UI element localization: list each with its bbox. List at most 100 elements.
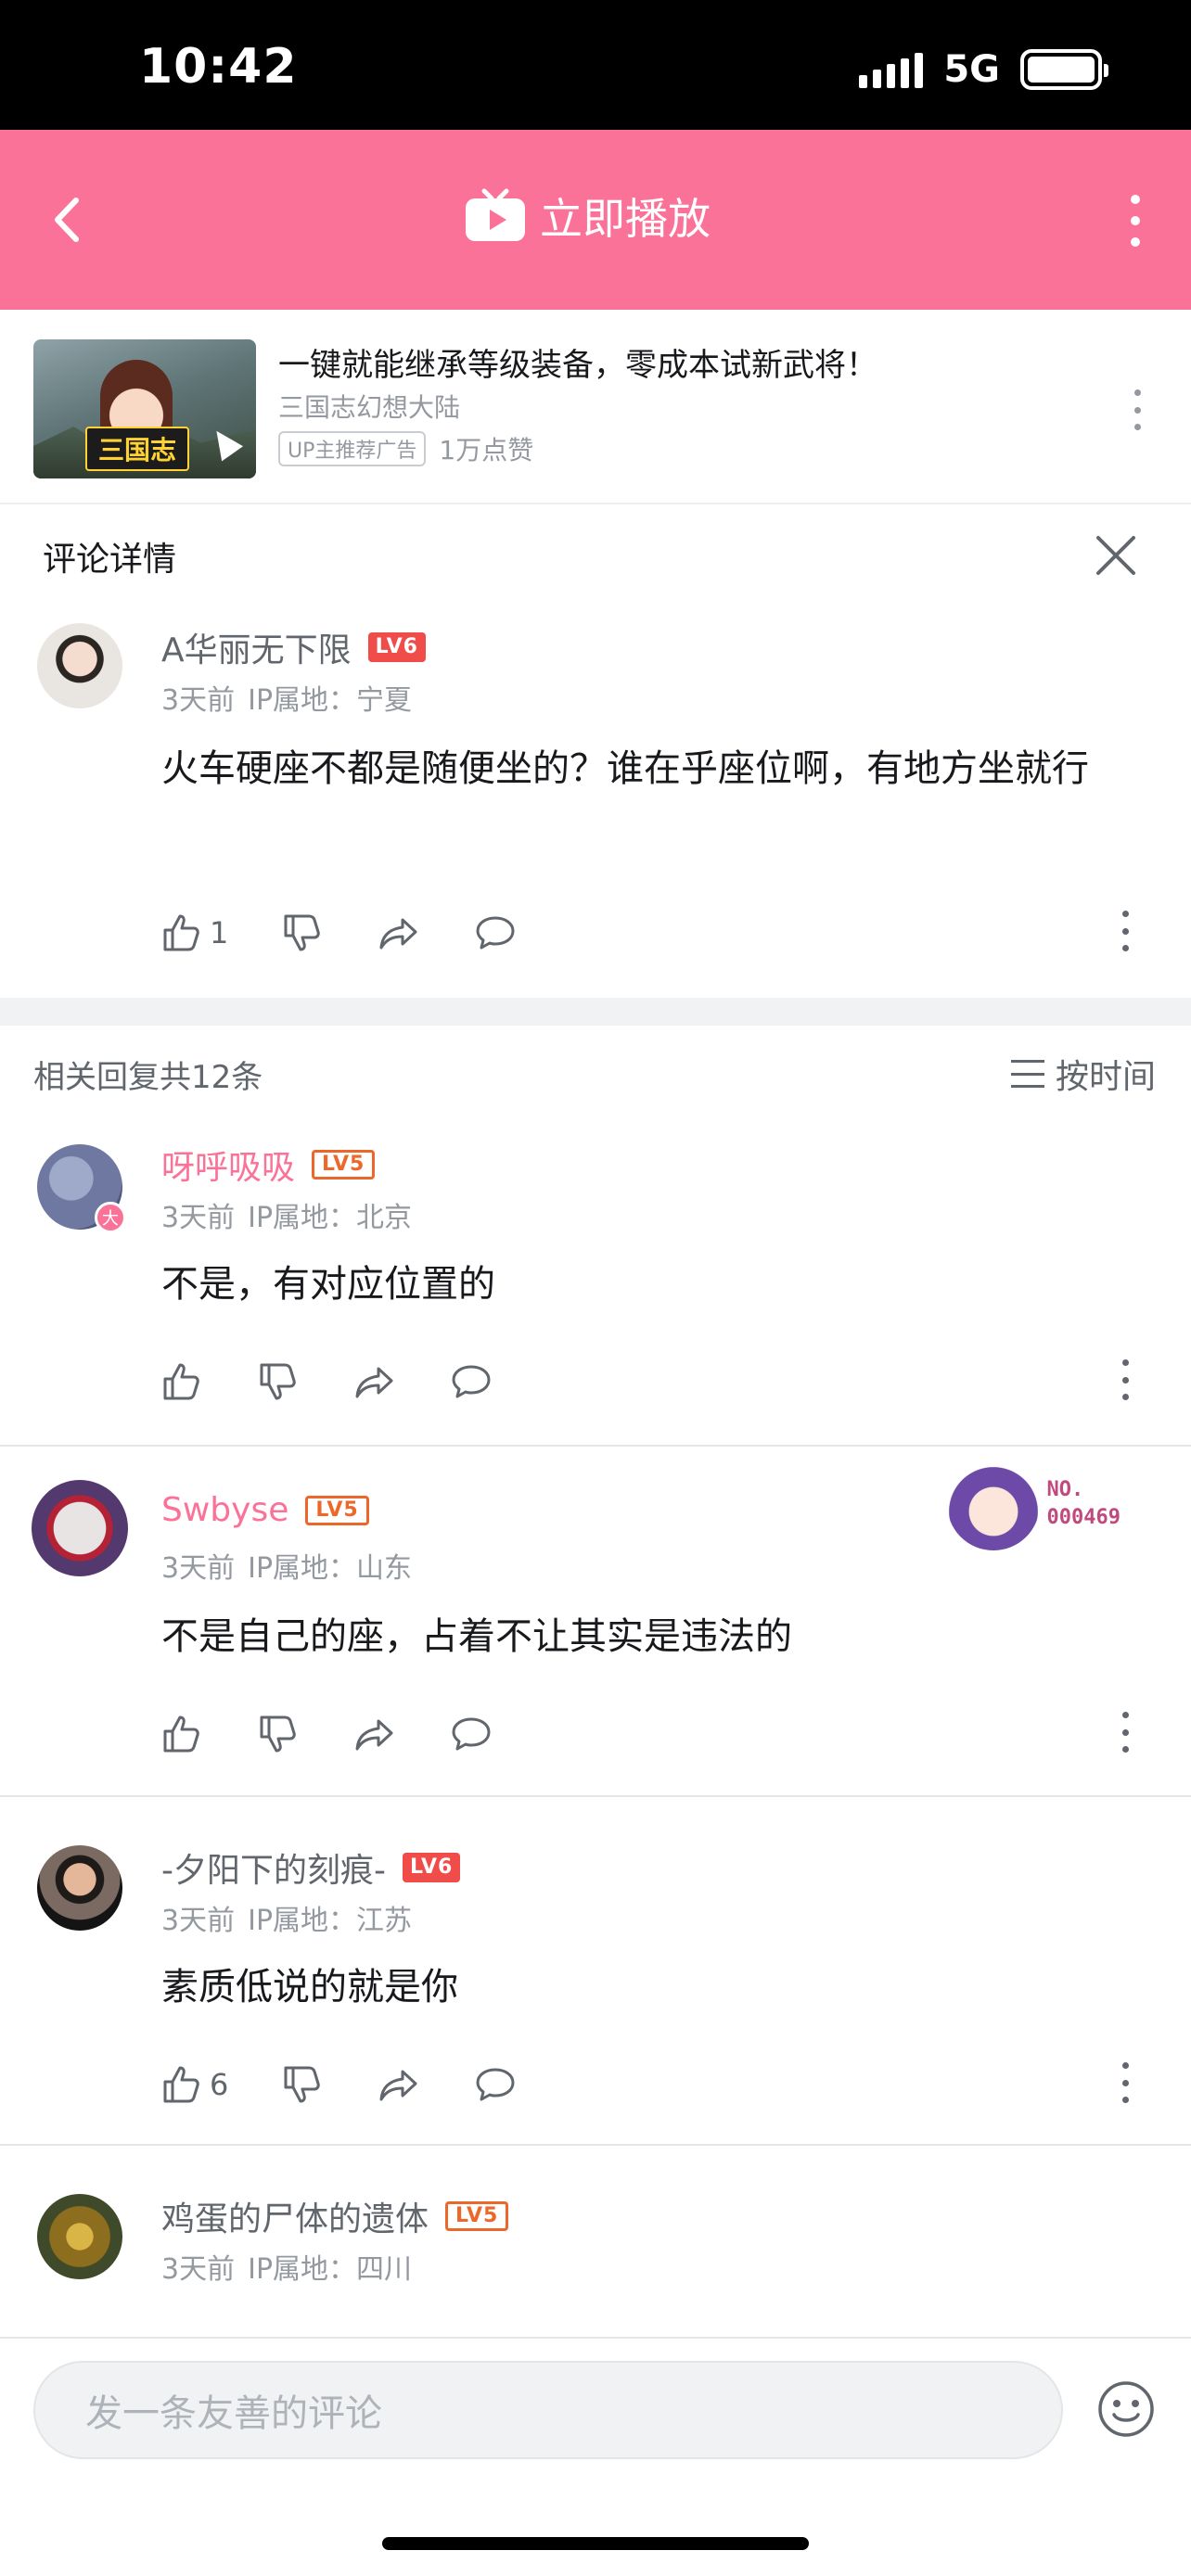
avatar[interactable]	[37, 623, 122, 708]
share-button[interactable]	[352, 1712, 397, 1756]
fan-badge-avatar	[946, 1458, 1040, 1550]
comment-content: 火车硬座不都是随便坐的？谁在乎座位啊，有地方坐就行	[161, 747, 1089, 790]
tv-play-icon	[466, 188, 525, 241]
ad-likes: 1万点赞	[439, 435, 534, 465]
like-icon	[163, 2066, 199, 2103]
dislike-button[interactable]	[256, 1359, 301, 1404]
reply-button[interactable]	[473, 2062, 518, 2107]
sort-icon	[1010, 1060, 1044, 1088]
ad-meta: UP主推荐广告 1万点赞	[278, 430, 533, 467]
comment-more-icon[interactable]	[1119, 2062, 1132, 2103]
comment-input[interactable]: 发一条友善的评论	[33, 2361, 1063, 2459]
ad-badge: UP主推荐广告	[278, 431, 427, 466]
comment-time: 3天前	[161, 1552, 236, 1585]
avatar[interactable]	[37, 1845, 122, 1931]
share-icon	[355, 1367, 393, 1398]
dislike-icon	[284, 914, 321, 951]
status-bar: 10:42 5G	[0, 0, 1191, 130]
comment-more-icon[interactable]	[1119, 1712, 1132, 1753]
battery-icon	[1020, 49, 1108, 90]
avatar-badge: 大	[95, 1202, 126, 1233]
comment-time: 3天前	[161, 2253, 236, 2286]
back-icon[interactable]	[37, 187, 102, 252]
username[interactable]: Swbyse	[161, 1491, 288, 1529]
level-badge: LV6	[367, 632, 426, 662]
comment-time: 3天前	[161, 1905, 236, 1937]
comment-more-icon[interactable]	[1119, 1359, 1132, 1400]
level-badge: LV5	[305, 1495, 369, 1525]
username-row: Swbyse LV5	[161, 1491, 369, 1529]
username-row: A华丽无下限 LV6	[161, 623, 426, 671]
emoji-icon[interactable]	[1096, 2379, 1156, 2439]
reply-icon	[476, 2068, 515, 2101]
reply-icon	[452, 1717, 491, 1751]
like-count: 6	[210, 2067, 229, 2102]
like-icon	[163, 914, 199, 951]
reply-button[interactable]	[449, 1359, 493, 1404]
like-count: 1	[210, 915, 229, 950]
avatar[interactable]: 大	[37, 1144, 126, 1233]
comment-ip: IP属地：北京	[248, 1202, 413, 1234]
ad-thumb-tag: 三国志	[85, 427, 190, 471]
dislike-icon	[260, 1715, 296, 1753]
avatar[interactable]	[32, 1480, 128, 1576]
username[interactable]: A华丽无下限	[161, 623, 352, 671]
fan-badge-card[interactable]: NO. 000469	[946, 1458, 1121, 1550]
comment-meta: 3天前 IP属地：江苏	[161, 1897, 425, 1938]
like-button[interactable]	[160, 1712, 204, 1756]
comment-ip: IP属地：江苏	[248, 1905, 413, 1937]
dislike-button[interactable]	[280, 2062, 325, 2107]
close-icon[interactable]	[1093, 532, 1139, 579]
like-button[interactable]	[160, 1359, 204, 1404]
username[interactable]: -夕阳下的刻痕-	[161, 1843, 386, 1892]
comment-ip: IP属地：宁夏	[248, 684, 413, 717]
sort-label: 按时间	[1055, 1058, 1156, 1096]
comment-actions	[160, 1708, 1161, 1760]
sort-button[interactable]: 按时间	[1010, 1050, 1156, 1098]
comment-time: 3天前	[161, 684, 236, 717]
reply-item: -夕阳下的刻痕- LV6 3天前 IP属地：江苏 素质低说的就是你 6	[0, 1797, 1191, 2144]
comment-ip: IP属地：四川	[248, 2253, 413, 2286]
ad-subtitle: 三国志幻想大陆	[278, 392, 461, 423]
ad-card[interactable]: 三国志 一键就能继承等级装备，零成本试新武将！ 三国志幻想大陆 UP主推荐广告 …	[0, 310, 1191, 504]
level-badge: LV6	[402, 1853, 461, 1882]
username-row: -夕阳下的刻痕- LV6	[161, 1843, 461, 1892]
username[interactable]: 鸡蛋的尸体的遗体	[161, 2192, 429, 2240]
like-button[interactable]: 1	[160, 911, 228, 955]
detail-title: 评论详情	[43, 541, 177, 579]
top-bar: 立即播放	[0, 130, 1191, 310]
comment-actions	[160, 1356, 1161, 1408]
comment-content: 不是，有对应位置的	[161, 1263, 495, 1306]
section-divider	[0, 998, 1191, 1026]
reply-icon	[476, 916, 515, 950]
status-indicators: 5G	[859, 48, 1108, 91]
detail-header: 评论详情	[0, 504, 1191, 606]
ad-title[interactable]: 一键就能继承等级装备，零成本试新武将！	[278, 339, 877, 385]
play-now-button[interactable]: 立即播放	[464, 185, 711, 247]
dislike-button[interactable]	[256, 1712, 301, 1756]
ad-thumbnail[interactable]: 三国志	[33, 339, 256, 478]
avatar[interactable]	[37, 2194, 122, 2279]
more-icon[interactable]	[1117, 195, 1154, 247]
reply-button[interactable]	[449, 1712, 493, 1756]
comment-meta: 3天前 IP属地：北京	[161, 1194, 425, 1235]
reply-icon	[452, 1365, 491, 1398]
replies-count: 相关回复共12条	[33, 1059, 263, 1096]
like-button[interactable]: 6	[160, 2062, 228, 2107]
username[interactable]: 呀呼吸吸	[161, 1141, 295, 1189]
share-icon	[379, 2070, 417, 2101]
comment-meta: 3天前 IP属地：山东	[161, 1545, 425, 1586]
network-label: 5G	[943, 48, 1000, 91]
comment-more-icon[interactable]	[1119, 911, 1132, 951]
ad-more-icon[interactable]	[1130, 389, 1145, 430]
level-badge: LV5	[312, 1150, 376, 1180]
share-button[interactable]	[352, 1359, 397, 1404]
home-indicator[interactable]	[382, 2537, 809, 2550]
share-button[interactable]	[377, 911, 421, 955]
share-button[interactable]	[377, 2062, 421, 2107]
comment-content: 不是自己的座，占着不让其实是违法的	[161, 1615, 792, 1658]
reply-button[interactable]	[473, 911, 518, 955]
username-row: 呀呼吸吸 LV5	[161, 1141, 376, 1189]
dislike-button[interactable]	[280, 911, 325, 955]
comment-input-bar: 发一条友善的评论	[0, 2337, 1191, 2476]
